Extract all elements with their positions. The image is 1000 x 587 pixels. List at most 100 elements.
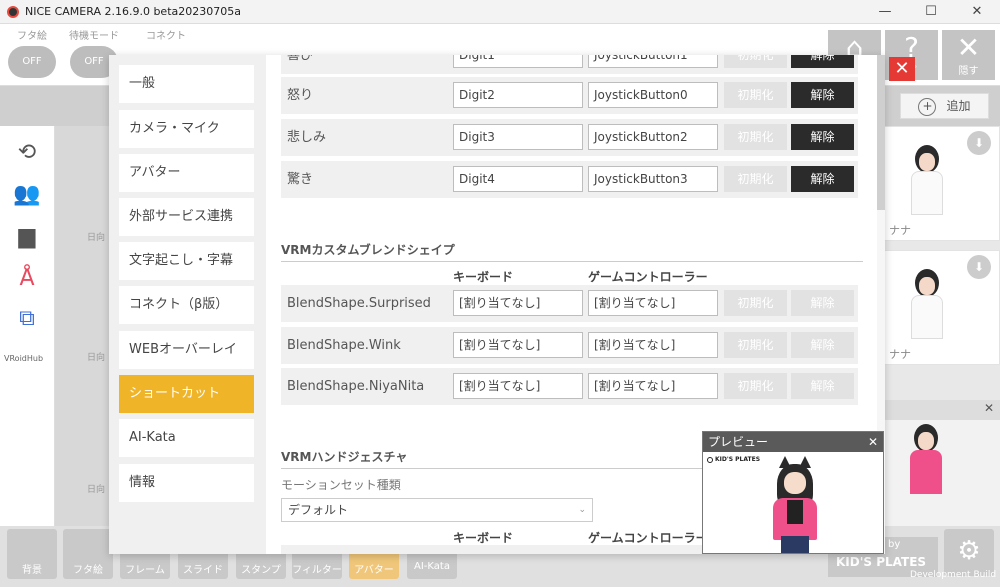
menu-item-general[interactable]: 一般 [119,65,254,103]
gamepad-field[interactable]: JoystickButton1 [588,55,718,68]
left-toolbar: ⟲ 👥 ▆ Å ⧉ VRoidHub [0,126,55,526]
release-button[interactable]: 解除 [791,55,854,68]
side-preview-panel: ✕ [884,400,1000,530]
mode-futae-label: フタ絵 [17,31,47,42]
menu-item-avatar[interactable]: アバター [119,154,254,192]
hide-label: 隠す [958,66,979,77]
mode-connect: コネクト [136,27,196,42]
gamepad-field[interactable]: [割り当てなし] [588,290,718,316]
init-button[interactable]: 初期化 [724,373,787,399]
release-button[interactable]: 解除 [791,373,854,399]
add-label: 追加 [946,99,971,113]
vroid-hub-label: VRoidHub [4,354,44,363]
row-label: 怒り [287,88,314,103]
side-preview-bar: ✕ [884,400,1000,420]
hide-button[interactable]: ✕ 隠す [942,30,995,80]
menu-item-connect[interactable]: コネクト（β版） [119,286,254,324]
app-icon [7,6,19,18]
history-icon[interactable]: ⟲ [12,140,42,168]
avatar-card[interactable]: ⬇ ナナ [884,250,1000,365]
download-icon[interactable]: ⬇ [967,131,991,155]
minimize-button[interactable]: — [862,0,908,24]
col-gamepad: ゲームコントローラー [588,531,708,545]
preview-close-button[interactable]: ✕ [868,432,878,452]
canvas-label: 日向 [87,353,106,363]
hide-icon: ✕ [956,31,981,64]
gamepad-field[interactable]: [割り当てなし] [588,373,718,399]
download-icon[interactable]: ⬇ [967,255,991,279]
settings-menu: 一般 カメラ・マイク アバター 外部サービス連携 文字起こし・字幕 コネクト（β… [109,55,266,554]
release-button[interactable]: 解除 [791,124,854,150]
keyboard-field[interactable]: Digit2 [453,82,583,108]
motion-set-select[interactable]: デフォルト ⌄ [281,498,593,522]
preview-header: プレビュー ✕ [703,432,883,452]
menu-item-external[interactable]: 外部サービス連携 [119,198,254,236]
menu-item-ai-kata[interactable]: AI-Kata [119,419,254,457]
window-title: NICE CAMERA 2.16.9.0 beta20230705a [25,5,241,18]
avatar-a-icon[interactable]: Å [12,266,42,294]
gamepad-field[interactable]: [割り当てなし] [588,332,718,358]
row-label: 悲しみ [287,130,327,145]
gamepad-field[interactable]: JoystickButton2 [588,124,718,150]
init-button[interactable]: 初期化 [724,332,787,358]
init-button[interactable]: 初期化 [724,82,787,108]
mode-connect-label: コネクト [146,31,186,42]
users-icon[interactable]: 👥 [12,182,42,210]
preview-logo: KID'S PLATES [707,456,760,463]
background-button[interactable]: 背景 [7,529,57,579]
menu-item-transcription[interactable]: 文字起こし・字幕 [119,242,254,280]
dev-build-label: Development Build [910,570,997,580]
blendshape-row: BlendShape.Surprised [割り当てなし] [割り当てなし] 初… [281,285,858,322]
gamepad-field[interactable]: JoystickButton0 [588,82,718,108]
canvas-label: 日向 [87,233,106,243]
row-label: BlendShape.Surprised [287,296,431,311]
menu-item-camera-mic[interactable]: カメラ・マイク [119,110,254,148]
logo-icon [707,456,713,463]
preview-window: プレビュー ✕ KID'S PLATES [702,431,884,554]
release-button[interactable]: 解除 [791,332,854,358]
menu-item-web-overlay[interactable]: WEBオーバーレイ [119,331,254,369]
add-avatar-button[interactable]: + 追加 [900,93,989,119]
row-label: BlendShape.NiyaNita [287,379,425,394]
close-window-button[interactable]: ✕ [954,0,1000,24]
keyboard-field[interactable]: Digit4 [453,166,583,192]
folder-icon[interactable]: ▆ [12,224,42,252]
keyboard-field[interactable]: Digit3 [453,124,583,150]
init-button[interactable]: 初期化 [724,290,787,316]
keyboard-field[interactable]: [割り当てなし] [453,332,583,358]
col-keyboard: キーボード [453,531,514,545]
maximize-button[interactable]: ☐ [908,0,954,24]
shortcut-row: 驚き Digit4 JoystickButton3 初期化 解除 [281,161,858,198]
scroll-thumb[interactable] [877,55,885,210]
col-gamepad: ゲームコントローラー [588,270,708,284]
avatar-thumbnail [907,269,947,339]
motion-set-label: モーションセット種類 [281,478,401,492]
init-button[interactable]: 初期化 [724,166,787,192]
keyboard-field[interactable]: Digit1 [453,55,583,68]
vroid-hub-icon[interactable]: ⧉ [12,306,42,334]
avatar-card[interactable]: ⬇ ナナ [884,126,1000,241]
preview-logo-text: KID'S PLATES [715,456,761,463]
avatar-preview-image [767,456,823,553]
release-button[interactable]: 解除 [791,166,854,192]
keyboard-field[interactable]: [割り当てなし] [453,290,583,316]
release-button[interactable]: 解除 [791,82,854,108]
settings-gear-button[interactable]: ⚙ [944,529,994,576]
blendshape-row: BlendShape.Wink [割り当てなし] [割り当てなし] 初期化 解除 [281,327,858,364]
futae-button[interactable]: フタ絵 [63,529,113,579]
release-button[interactable]: 解除 [791,290,854,316]
init-button[interactable]: 初期化 [724,124,787,150]
avatar-name: ナナ [889,224,911,237]
row-label: BlendShape.Wink [287,338,401,353]
shortcut-row: 喜び Digit1 JoystickButton1 初期化 解除 [281,55,858,74]
gamepad-field[interactable]: JoystickButton3 [588,166,718,192]
shortcut-row: 怒り Digit2 JoystickButton0 初期化 解除 [281,77,858,114]
menu-item-info[interactable]: 情報 [119,464,254,502]
row-label: 驚き [287,172,314,187]
init-button[interactable]: 初期化 [724,55,787,68]
futae-toggle[interactable]: OFF [8,46,56,78]
close-icon[interactable]: ✕ [984,401,994,415]
keyboard-field[interactable]: [割り当てなし] [453,373,583,399]
dialog-close-button[interactable]: ✕ [889,57,915,81]
menu-item-shortcut[interactable]: ショートカット [119,375,254,413]
